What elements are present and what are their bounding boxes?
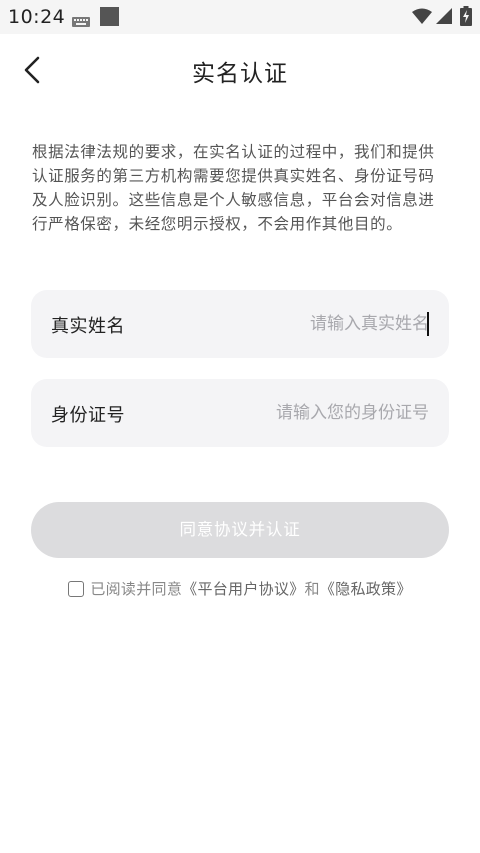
wifi-icon [412, 8, 432, 24]
agreement-prefix: 已阅读并同意 [90, 580, 183, 598]
page-title: 实名认证 [192, 61, 288, 87]
real-name-input[interactable] [209, 308, 429, 340]
privacy-policy-link[interactable]: 《隐私政策》 [320, 578, 412, 599]
text-cursor [427, 312, 429, 336]
real-name-verification-screen: 10:24 实名认证 根据法律法规的要求，在实名认证的过程中，我们和提供认证服务… [0, 0, 480, 853]
real-name-field[interactable]: 真实姓名 [31, 290, 449, 358]
status-time: 10:24 [8, 6, 66, 28]
real-name-label: 真实姓名 [51, 316, 125, 337]
battery-charging-icon [460, 6, 472, 26]
id-number-input[interactable] [209, 397, 429, 429]
agreement-checkbox[interactable] [68, 580, 85, 597]
agree-and-verify-button[interactable]: 同意协议并认证 [31, 502, 449, 558]
signal-icon [436, 8, 452, 24]
platform-agreement-link[interactable]: 《平台用户协议》 [182, 578, 304, 599]
agreement-row: 已阅读并同意 《平台用户协议》 和 《隐私政策》 [0, 578, 480, 602]
notification-square-icon [100, 7, 119, 26]
status-bar: 10:24 [0, 0, 480, 34]
id-number-field[interactable]: 身份证号 [31, 379, 449, 447]
keyboard-icon [72, 12, 90, 27]
privacy-notice-text: 根据法律法规的要求，在实名认证的过程中，我们和提供认证服务的第三方机构需要您提供… [32, 143, 435, 233]
id-number-label: 身份证号 [51, 405, 125, 426]
agreement-joiner: 和 [304, 580, 320, 598]
